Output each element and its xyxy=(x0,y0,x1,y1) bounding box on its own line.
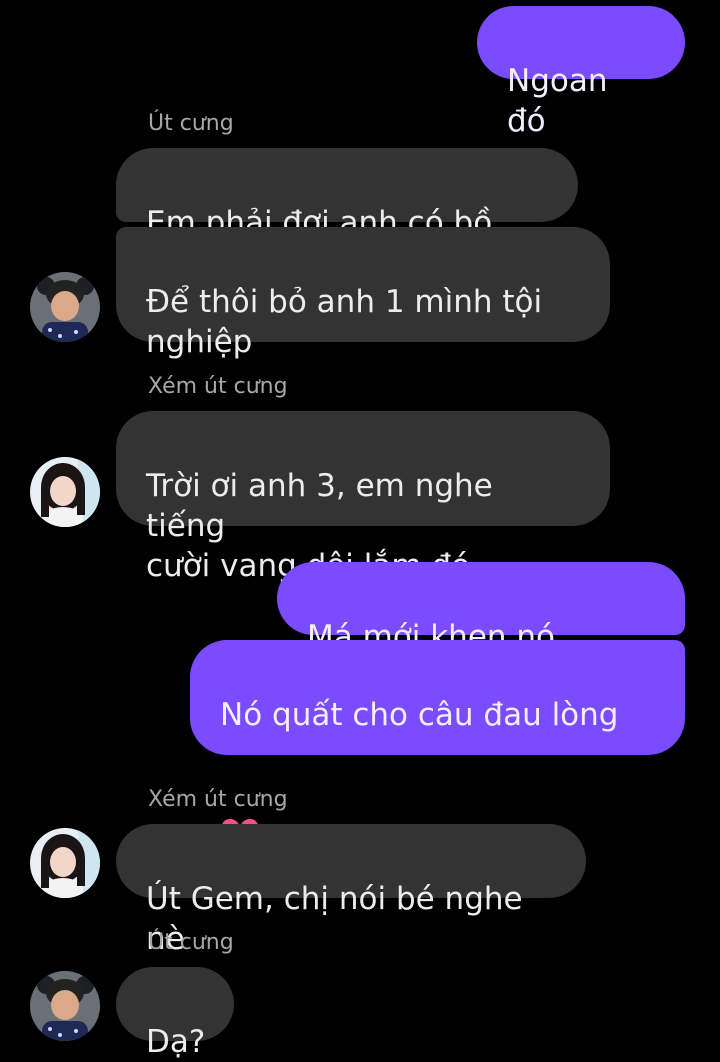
avatar-girl-icon[interactable] xyxy=(30,828,100,898)
message-text: Ngoan đó xyxy=(507,63,608,139)
message-bubble-incoming[interactable]: Dạ? xyxy=(116,967,234,1060)
message-bubble-outgoing[interactable]: Má mới khen nó ngoan xyxy=(277,562,685,695)
sender-name: Út cưng xyxy=(148,111,234,136)
avatar-boy-icon[interactable] xyxy=(30,971,100,1041)
avatar-boy-icon[interactable] xyxy=(30,272,100,342)
message-bubble-incoming[interactable]: Út Gem, chị nói bé nghe nè xyxy=(116,824,586,957)
message-bubble-outgoing[interactable]: Ngoan đó xyxy=(477,6,685,139)
sender-name: Xém út cưng xyxy=(148,374,288,399)
avatar-girl-icon[interactable] xyxy=(30,457,100,527)
sender-name: Út cưng xyxy=(148,930,234,955)
sender-name: Xém út cưng xyxy=(148,787,288,812)
message-bubble-outgoing[interactable]: Nó quất cho câu đau lòng xyxy=(190,640,685,852)
message-text: Để thôi bỏ anh 1 mình tội nghiệp xyxy=(146,284,543,360)
message-bubble-incoming[interactable]: Trời ơi anh 3, em nghe tiếng cười vang d… xyxy=(116,411,610,584)
message-bubble-incoming[interactable]: Em phải đợi anh có bồ chứ xyxy=(116,148,578,281)
message-text: Dạ? xyxy=(146,1024,206,1060)
message-text: Nó quất cho câu đau lòng xyxy=(220,697,619,733)
message-bubble-incoming[interactable]: Để thôi bỏ anh 1 mình tội nghiệp xyxy=(116,227,610,360)
